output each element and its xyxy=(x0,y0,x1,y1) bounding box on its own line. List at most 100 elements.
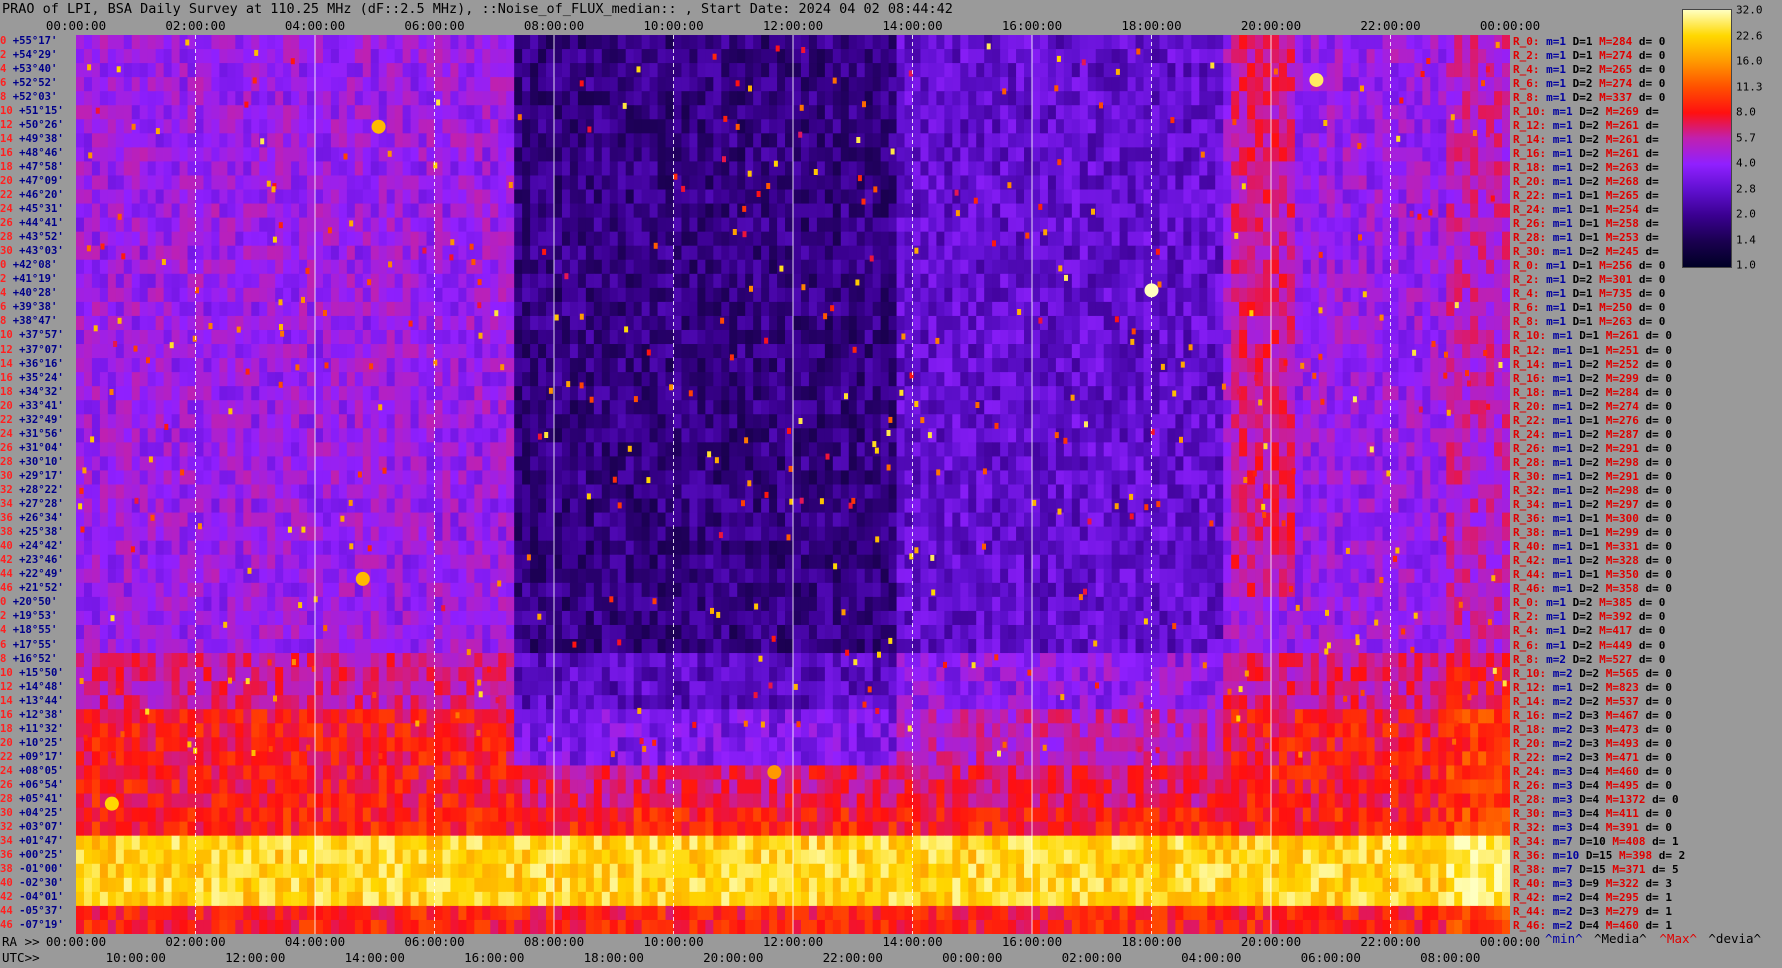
heatmap-cell xyxy=(1223,344,1232,359)
heatmap-cell xyxy=(299,63,308,78)
heatmap-cell xyxy=(1231,344,1240,359)
heatmap-cell xyxy=(386,189,396,205)
heatmap-cell xyxy=(1135,372,1145,387)
heatmap-cell xyxy=(912,189,922,205)
heatmap-cell xyxy=(968,259,977,275)
heatmap-cell xyxy=(936,301,945,317)
heatmap-cell xyxy=(1334,372,1344,387)
heatmap-cell xyxy=(490,49,499,64)
heatmap-cell xyxy=(123,372,133,387)
heatmap-cell xyxy=(291,245,300,261)
heatmap-cell xyxy=(1215,119,1224,134)
heatmap-cell xyxy=(1183,273,1192,289)
y-tick-label: 26 +44°41' xyxy=(0,217,64,229)
y-declination: +37°07' xyxy=(19,343,64,356)
heatmap-cell xyxy=(848,175,858,191)
heatmap-cell xyxy=(1024,386,1033,401)
heatmap-cell xyxy=(107,203,117,219)
heatmap-cell xyxy=(888,49,898,64)
heatmap-cell xyxy=(354,231,364,247)
heatmap-cell xyxy=(434,189,444,205)
heatmap-cell xyxy=(1223,245,1232,261)
heatmap-cell xyxy=(522,400,531,415)
heatmap-cell xyxy=(307,161,316,177)
heatmap-cell xyxy=(171,358,181,373)
heatmap-cell xyxy=(657,217,667,233)
heatmap-cell xyxy=(530,189,539,205)
heatmap-cell xyxy=(346,372,356,387)
heatmap-cell xyxy=(992,315,1001,331)
heatmap-cell xyxy=(1215,147,1224,163)
heatmap-cell xyxy=(920,161,930,177)
heatmap-cell xyxy=(1342,315,1352,331)
heatmap-cell xyxy=(466,119,475,134)
y-declination: +09°17' xyxy=(19,750,64,763)
heatmap-cell xyxy=(824,259,834,275)
heatmap-cell xyxy=(1478,91,1487,106)
heatmap-cell xyxy=(944,301,953,317)
heatmap-cell xyxy=(1047,301,1057,317)
heatmap-cell xyxy=(307,245,316,261)
heatmap-cell xyxy=(315,287,324,303)
heatmap-cell xyxy=(585,189,595,205)
heatmap-cell xyxy=(139,245,149,261)
heatmap-cell xyxy=(761,273,770,289)
heatmap-cell xyxy=(585,259,595,275)
heatmap-cell xyxy=(1071,77,1081,92)
heatmap-cell xyxy=(697,189,706,205)
heatmap-cell xyxy=(952,161,961,177)
heatmap-cell xyxy=(585,315,595,331)
heatmap-cell xyxy=(1502,372,1510,387)
heatmap-cell xyxy=(856,301,866,317)
heatmap-cell xyxy=(76,105,85,120)
heatmap-cell xyxy=(681,49,691,64)
heatmap-cell xyxy=(1358,147,1368,163)
y-declination: +46°20' xyxy=(19,189,64,202)
heatmap-cell xyxy=(1342,287,1352,303)
heatmap-cell xyxy=(1239,63,1248,78)
heatmap-cell xyxy=(1207,91,1216,106)
heatmap-cell xyxy=(1143,133,1153,148)
heatmap-cell xyxy=(267,273,276,289)
heatmap-cell xyxy=(912,329,922,345)
heatmap-cell xyxy=(753,287,762,303)
heatmap-cell xyxy=(928,400,937,415)
heatmap-cell xyxy=(1167,147,1176,163)
heatmap-cell xyxy=(362,119,372,134)
heatmap-cell xyxy=(904,231,914,247)
heatmap-cell xyxy=(315,161,324,177)
heatmap-cell xyxy=(816,259,826,275)
heatmap-cell xyxy=(283,49,292,64)
heatmap-cell xyxy=(171,105,181,120)
heatmap-cell xyxy=(1151,217,1161,233)
heatmap-cell xyxy=(649,358,659,373)
heatmap-cell xyxy=(299,400,308,415)
heatmap-cell xyxy=(394,119,404,134)
heatmap-cell xyxy=(1159,189,1169,205)
heatmap-cell xyxy=(115,231,125,247)
heatmap-cell xyxy=(1286,344,1296,359)
heatmap-cell xyxy=(434,147,444,163)
heatmap-cell xyxy=(131,175,141,191)
heatmap-cell xyxy=(1310,147,1320,163)
heatmap-cell xyxy=(386,175,396,191)
heatmap-cell xyxy=(992,147,1001,163)
heatmap-cell xyxy=(171,91,181,106)
heatmap-cell xyxy=(872,77,882,92)
heatmap-cell xyxy=(466,329,475,345)
heatmap-cell xyxy=(593,175,603,191)
heatmap-cell xyxy=(1119,358,1129,373)
heatmap-cell xyxy=(76,231,85,247)
heatmap-cell xyxy=(418,105,428,120)
heatmap-cell xyxy=(1366,119,1376,134)
heatmap-cell xyxy=(1255,287,1264,303)
heatmap-cell xyxy=(968,77,977,92)
heatmap-cell xyxy=(546,189,555,205)
heatmap-cell xyxy=(1502,49,1510,64)
heatmap-cell xyxy=(960,287,969,303)
heatmap-cell xyxy=(530,358,539,373)
heatmap-cell xyxy=(1135,91,1145,106)
heatmap-cell xyxy=(832,301,842,317)
y-declination: +12°38' xyxy=(19,708,64,721)
heatmap-cell xyxy=(952,315,961,331)
